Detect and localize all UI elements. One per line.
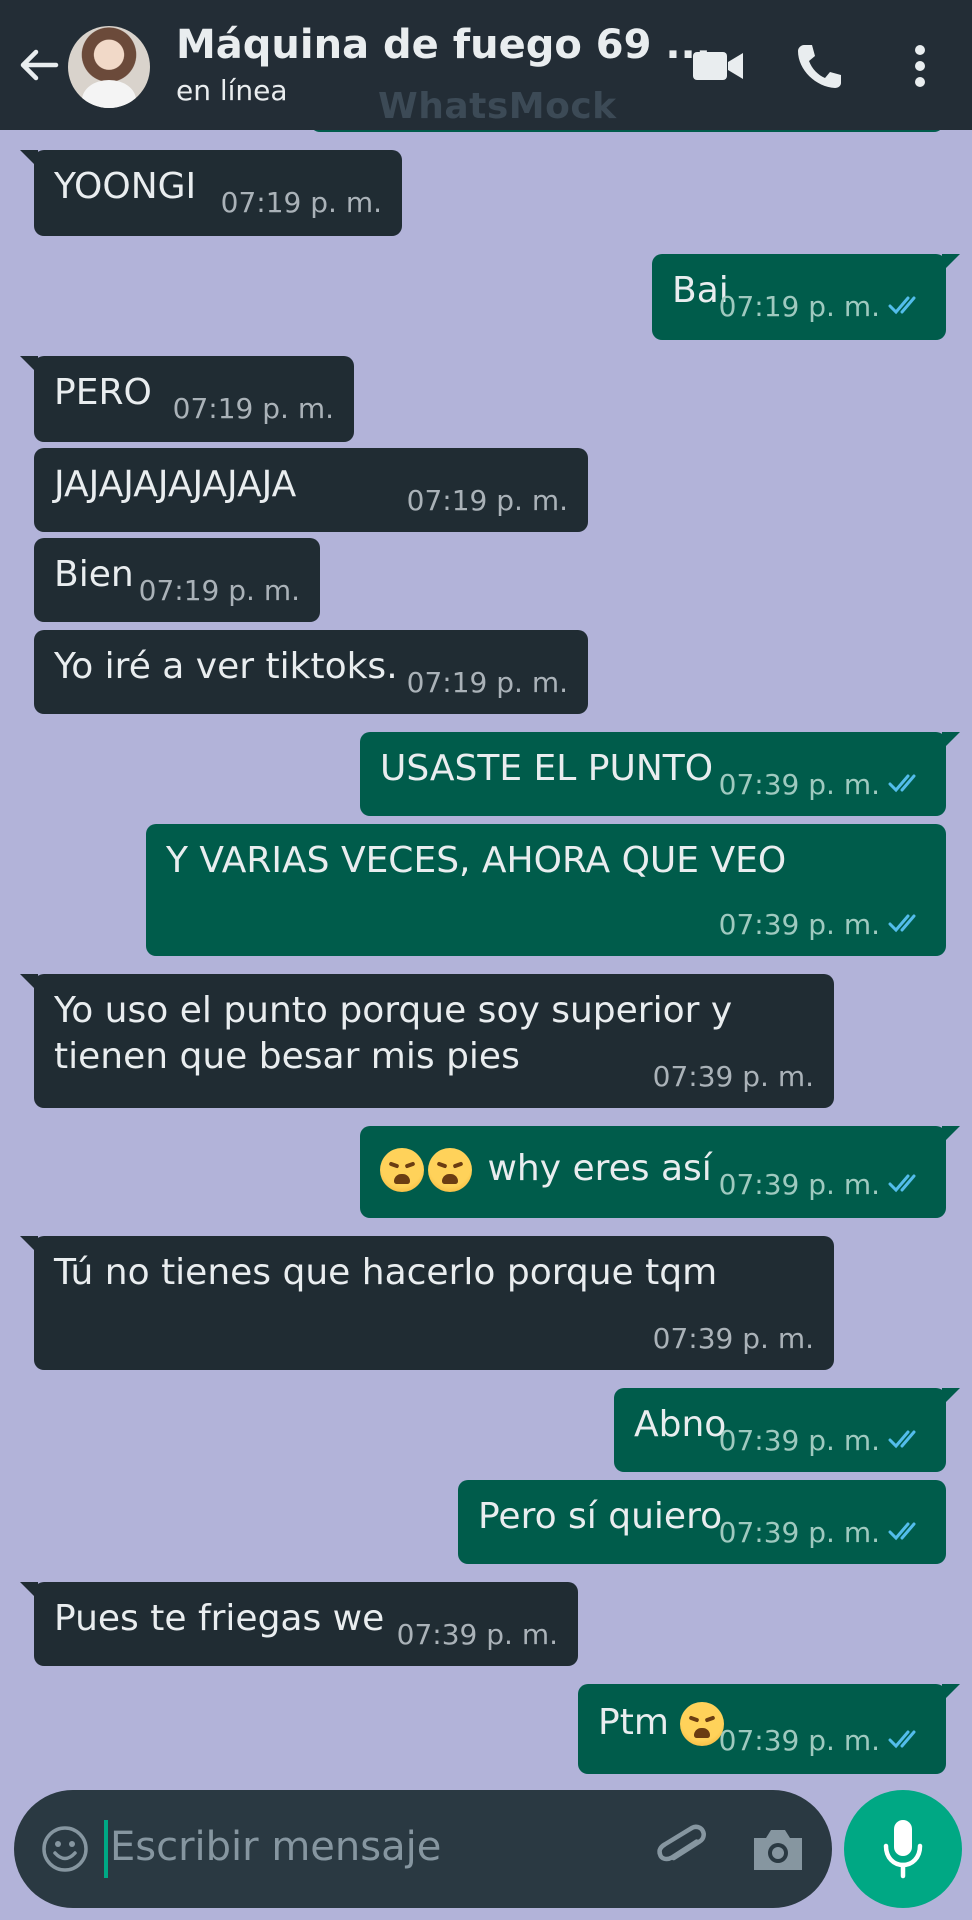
emoji-icon[interactable] (40, 1824, 90, 1874)
weary-face-emoji (428, 1148, 472, 1192)
message-time: 07:19 p. m. (406, 484, 568, 517)
message-composer[interactable]: Escribir mensaje (14, 1790, 832, 1908)
chat-header: Máquina de fuego 69 ... en línea WhatsMo… (0, 0, 972, 130)
message-time: 07:19 p. m. (220, 186, 382, 219)
voice-call-icon[interactable] (790, 40, 846, 92)
message-time: 07:19 p. m. (138, 574, 300, 607)
message-text: Ptm (598, 1700, 728, 1746)
message-time: 07:19 p. m. (718, 290, 880, 323)
message-incoming[interactable]: JAJAJAJAJAJAJA 07:19 p. m. (34, 448, 588, 532)
contact-status: en línea (176, 74, 288, 107)
message-time: 07:39 p. m. (718, 768, 880, 801)
message-text: USASTE EL PUNTO (380, 748, 714, 789)
attach-icon[interactable] (654, 1820, 710, 1880)
message-outgoing[interactable]: Bai 07:19 p. m. (652, 254, 960, 340)
message-incoming[interactable]: PERO 07:19 p. m. (20, 356, 354, 442)
message-input[interactable]: Escribir mensaje (110, 1824, 441, 1870)
voice-message-button[interactable] (844, 1790, 962, 1908)
message-time: 07:39 p. m. (718, 1516, 880, 1549)
message-time: 07:39 p. m. (718, 1168, 880, 1201)
text-cursor (104, 1820, 108, 1878)
video-call-icon[interactable] (690, 40, 746, 92)
message-time: 07:39 p. m. (718, 1724, 880, 1757)
message-incoming[interactable]: YOONGI 07:19 p. m. (20, 150, 402, 236)
mic-icon (883, 1820, 923, 1879)
message-incoming[interactable]: Pues te friegas we 07:39 p. m. (20, 1582, 578, 1666)
message-time: 07:19 p. m. (406, 666, 568, 699)
message-outgoing[interactable]: Y VARIAS VECES, AHORA QUE VEO 07:39 p. m… (146, 824, 946, 956)
message-outgoing[interactable]: Abno 07:39 p. m. (614, 1388, 960, 1472)
message-outgoing[interactable]: why eres así 07:39 p. m. (360, 1126, 960, 1218)
read-receipt-icon (888, 774, 916, 793)
message-incoming[interactable]: Yo iré a ver tiktoks. 07:19 p. m. (34, 630, 588, 714)
message-time: 07:39 p. m. (652, 1060, 814, 1093)
message-text: Tú no tienes que hacerlo porque tqm (54, 1252, 718, 1293)
message-text: Bien (54, 554, 134, 595)
message-outgoing[interactable]: Ptm 07:39 p. m. (578, 1684, 960, 1774)
app-watermark: WhatsMock (378, 86, 617, 127)
contact-name[interactable]: Máquina de fuego 69 ... (176, 22, 711, 68)
message-outgoing[interactable]: USASTE EL PUNTO 07:39 p. m. (360, 732, 960, 816)
weary-face-emoji (380, 1148, 424, 1192)
message-time: 07:19 p. m. (172, 392, 334, 425)
message-text: Pues te friegas we (54, 1598, 385, 1639)
read-receipt-icon (888, 914, 916, 933)
message-time: 07:39 p. m. (718, 1424, 880, 1457)
read-receipt-icon (888, 1430, 916, 1449)
read-receipt-icon (888, 296, 916, 315)
camera-icon[interactable] (750, 1826, 806, 1872)
message-time: 07:39 p. m. (396, 1618, 558, 1651)
read-receipt-icon (888, 1522, 916, 1541)
message-incoming[interactable]: Tú no tienes que hacerlo porque tqm 07:3… (20, 1236, 834, 1370)
message-text: Y VARIAS VECES, AHORA QUE VEO (166, 840, 787, 881)
message-text: Yo uso el punto porque soy superior y ti… (54, 990, 733, 1077)
message-text: Pero sí quiero (478, 1496, 723, 1537)
back-arrow-icon[interactable] (14, 40, 64, 90)
message-time: 07:39 p. m. (718, 908, 880, 941)
message-incoming[interactable]: Bien 07:19 p. m. (34, 538, 320, 622)
read-receipt-icon (888, 1730, 916, 1749)
contact-avatar[interactable] (68, 26, 150, 108)
message-text: why eres así (380, 1146, 712, 1192)
message-text: JAJAJAJAJAJAJA (54, 464, 297, 505)
message-time: 07:39 p. m. (652, 1322, 814, 1355)
message-text: Yo iré a ver tiktoks. (54, 646, 398, 687)
message-text: YOONGI (54, 166, 197, 207)
message-text: PERO (54, 372, 152, 413)
read-receipt-icon (888, 1174, 916, 1193)
more-options-icon[interactable] (892, 40, 948, 92)
message-incoming[interactable]: Yo uso el punto porque soy superior y ti… (20, 974, 834, 1108)
message-outgoing[interactable]: Pero sí quiero 07:39 p. m. (458, 1480, 946, 1564)
message-text: Abno (634, 1404, 727, 1445)
